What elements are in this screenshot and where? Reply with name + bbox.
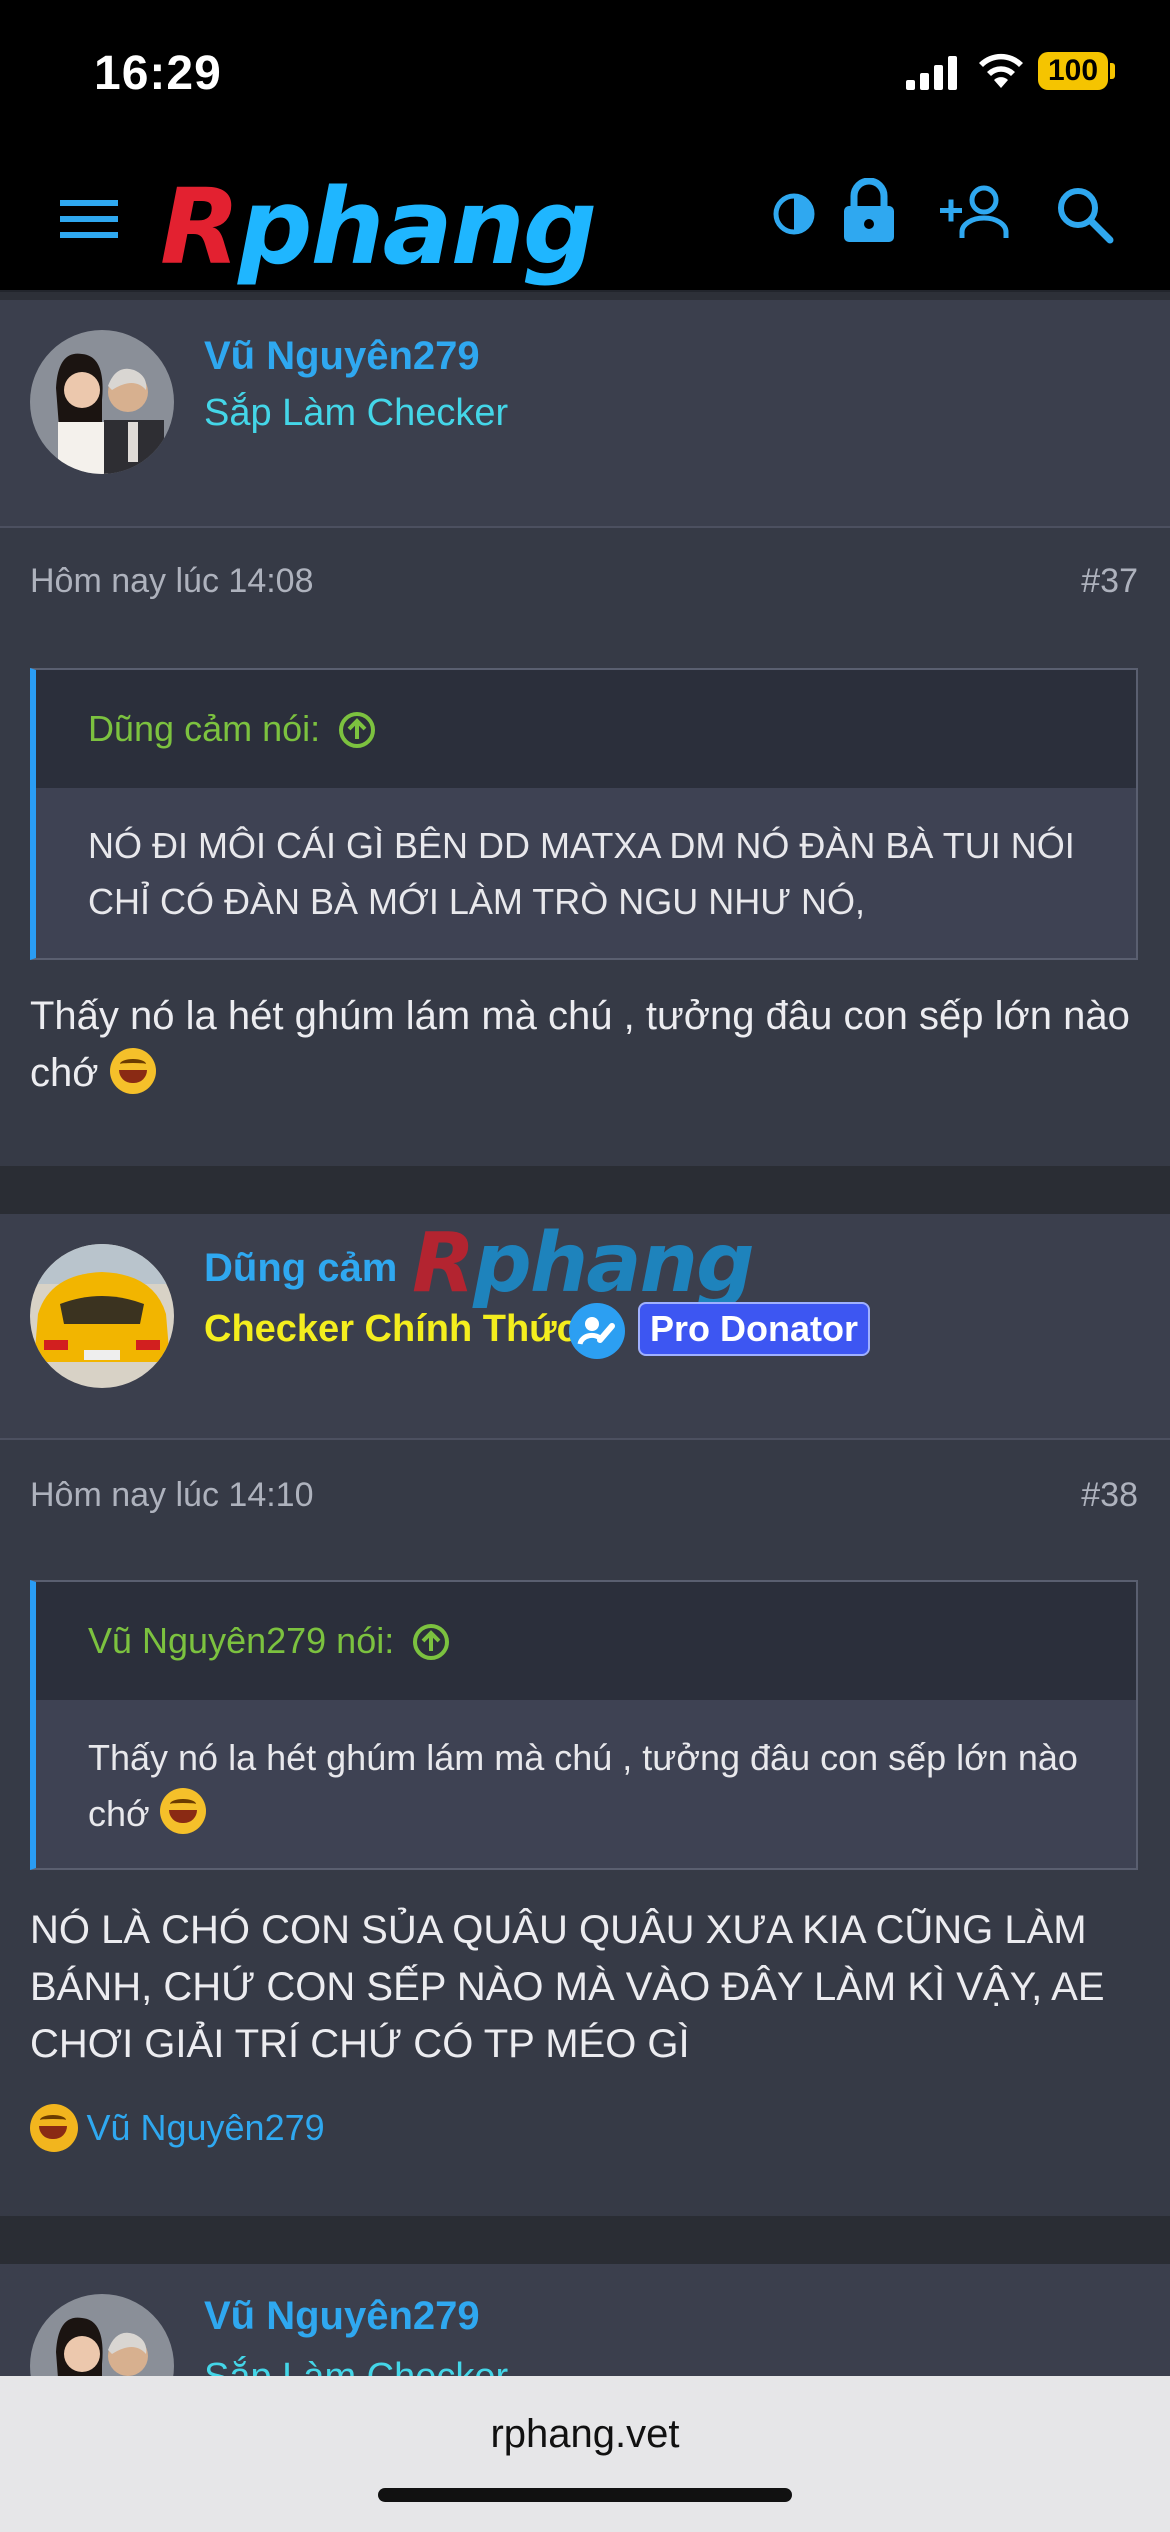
rofl-emoji-icon [30, 2104, 78, 2152]
quote-header[interactable]: Dũng cảm nói: [36, 670, 1136, 788]
post-author-block: Vũ Nguyên279 Sắp Làm Checker [0, 2264, 1170, 2384]
post-body: NÓ LÀ CHÓ CON SỦA QUÂU QUÂU XƯA KIA CŨNG… [30, 1908, 1105, 2066]
arrow-up-circle-icon[interactable] [412, 1623, 450, 1661]
search-icon[interactable] [1056, 186, 1114, 244]
site-header: Rphang [0, 150, 1170, 292]
wifi-icon [979, 53, 1023, 88]
post-author-block: Vũ Nguyên279 Sắp Làm Checker [0, 300, 1170, 528]
post-number[interactable]: #37 [1081, 562, 1138, 601]
post-author[interactable]: Vũ Nguyên279 [204, 2294, 480, 2339]
post-number[interactable]: #38 [1081, 1476, 1138, 1515]
quote-block: Dũng cảm nói: NÓ ĐI MÔI CÁI GÌ BÊN DD MA… [30, 668, 1138, 960]
quote-author[interactable]: Vũ Nguyên279 nói: [88, 1620, 450, 1662]
user-title: Checker Chính Thức [204, 1308, 578, 1350]
reaction-user[interactable]: Vũ Nguyên279 [86, 2107, 324, 2148]
post-author[interactable]: Dũng cảm [204, 1246, 397, 1291]
avatar[interactable] [30, 2294, 174, 2384]
battery-indicator: 100 [1038, 52, 1108, 90]
laughing-emoji-icon [109, 1048, 156, 1094]
quote-header[interactable]: Vũ Nguyên279 nói: [36, 1582, 1136, 1700]
home-indicator[interactable] [378, 2488, 792, 2502]
site-logo[interactable]: Rphang [160, 172, 597, 282]
post-39: Vũ Nguyên279 Sắp Làm Checker [0, 2264, 1170, 2384]
arrow-up-circle-icon[interactable] [338, 711, 376, 749]
add-user-icon[interactable] [940, 184, 1012, 240]
status-time: 16:29 [94, 47, 222, 100]
cellular-signal-icon [906, 56, 957, 90]
verified-checker-icon [569, 1303, 625, 1359]
post-separator [0, 1166, 1170, 1214]
reaction-summary[interactable]: Vũ Nguyên279 [30, 2104, 325, 2156]
user-title: Sắp Làm Checker [204, 392, 509, 434]
quote-author[interactable]: Dũng cảm nói: [88, 708, 376, 750]
post-body: Thấy nó la hét ghúm lám mà chú , tưởng đ… [30, 994, 1130, 1095]
post-date[interactable]: Hôm nay lúc 14:10 [30, 1476, 314, 1515]
quote-text: Thấy nó la hét ghúm lám mà chú , tưởng đ… [88, 1737, 1078, 1834]
laughing-emoji-icon [159, 1788, 206, 1834]
avatar[interactable] [30, 1244, 174, 1388]
battery-tip [1110, 63, 1115, 79]
contrast-icon[interactable] [772, 192, 816, 236]
avatar[interactable] [30, 330, 174, 474]
lock-icon[interactable] [842, 178, 896, 244]
watermark-logo: Rphang [412, 1216, 755, 1311]
quote-block: Vũ Nguyên279 nói: Thấy nó la hét ghúm lá… [30, 1580, 1138, 1870]
post-38: Dũng cảm Rphang Checker Chính Thức Pro D… [0, 1214, 1170, 2216]
pro-donator-badge: Pro Donator [638, 1302, 871, 1356]
status-bar: 16:29 100 [0, 0, 1170, 150]
quote-text: NÓ ĐI MÔI CÁI GÌ BÊN DD MATXA DM NÓ ĐÀN … [88, 825, 1075, 922]
post-37: Vũ Nguyên279 Sắp Làm Checker Hôm nay lúc… [0, 300, 1170, 1166]
browser-address-bar[interactable]: rphang.vet [0, 2376, 1170, 2532]
post-separator [0, 2216, 1170, 2264]
post-date[interactable]: Hôm nay lúc 14:08 [30, 562, 314, 601]
post-author[interactable]: Vũ Nguyên279 [204, 334, 480, 379]
menu-icon[interactable] [60, 198, 118, 240]
url-text[interactable]: rphang.vet [0, 2412, 1170, 2457]
post-author-block: Dũng cảm Rphang Checker Chính Thức Pro D… [0, 1214, 1170, 1440]
